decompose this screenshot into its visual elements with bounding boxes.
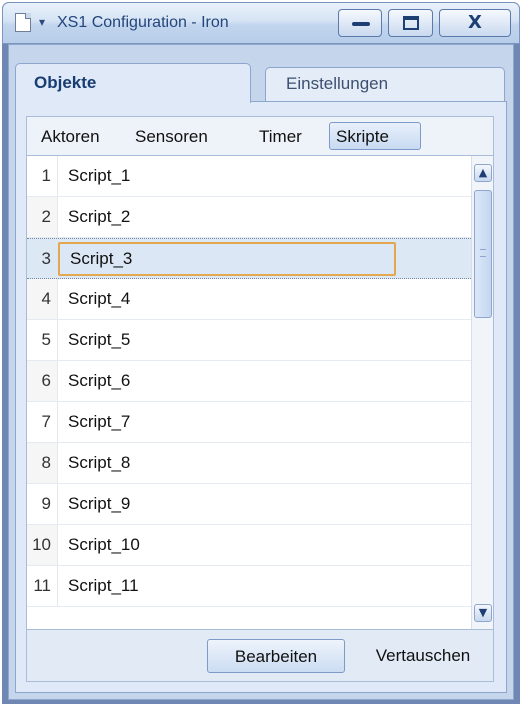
row-number: 9 bbox=[41, 494, 51, 513]
list-item[interactable]: 9 Script_9 bbox=[27, 484, 471, 525]
maximize-button[interactable] bbox=[388, 9, 433, 37]
grip-icon bbox=[480, 249, 486, 257]
minimize-icon bbox=[352, 22, 370, 26]
subtab-aktoren[interactable]: Aktoren bbox=[41, 122, 100, 150]
row-name[interactable]: Script_5 bbox=[57, 320, 471, 360]
list-item[interactable]: 1 Script_1 bbox=[27, 156, 471, 197]
row-number: 5 bbox=[41, 330, 51, 349]
maximize-icon bbox=[403, 16, 419, 30]
swap-button[interactable]: Vertauschen bbox=[351, 639, 495, 673]
row-number: 3 bbox=[41, 249, 51, 268]
close-icon: X bbox=[468, 12, 482, 33]
vertical-scrollbar[interactable]: ▲ ▼ bbox=[471, 156, 493, 629]
minimize-button[interactable] bbox=[338, 9, 382, 37]
row-name-editor[interactable]: Script_3 bbox=[58, 242, 396, 276]
row-number: 1 bbox=[41, 166, 51, 185]
document-icon[interactable] bbox=[15, 13, 31, 32]
list-item[interactable]: 8 Script_8 bbox=[27, 443, 471, 484]
scroll-down-button[interactable]: ▼ bbox=[474, 604, 492, 622]
chevron-down-icon: ▼ bbox=[478, 606, 488, 619]
row-name[interactable]: Script_1 bbox=[57, 156, 471, 196]
tab-objekte[interactable]: Objekte bbox=[15, 63, 251, 103]
client-area: Objekte Einstellungen Aktoren Sensoren T… bbox=[8, 44, 514, 700]
row-number: 10 bbox=[32, 535, 51, 554]
subtab-skripte[interactable]: Skripte bbox=[329, 122, 421, 150]
row-name[interactable]: Script_6 bbox=[57, 361, 471, 401]
edit-button[interactable]: Bearbeiten bbox=[207, 639, 345, 673]
list-item[interactable]: 2 Script_2 bbox=[27, 197, 471, 238]
list-item[interactable]: 10 Script_10 bbox=[27, 525, 471, 566]
app-window: ▾ XS1 Configuration - Iron X Objekte Ein… bbox=[2, 2, 520, 704]
row-number: 11 bbox=[33, 576, 51, 595]
window-title: XS1 Configuration - Iron bbox=[57, 14, 229, 31]
title-bar[interactable]: ▾ XS1 Configuration - Iron X bbox=[2, 2, 520, 44]
row-name[interactable]: Script_10 bbox=[57, 525, 471, 565]
scroll-up-button[interactable]: ▲ bbox=[474, 164, 492, 182]
row-name[interactable]: Script_2 bbox=[57, 197, 471, 237]
row-name[interactable]: Script_7 bbox=[57, 402, 471, 442]
row-number: 8 bbox=[41, 453, 51, 472]
tab-label: Einstellungen bbox=[286, 74, 389, 93]
chevron-up-icon: ▲ bbox=[478, 166, 488, 179]
row-name[interactable]: Script_9 bbox=[57, 484, 471, 524]
row-number: 7 bbox=[41, 412, 51, 431]
list-item[interactable]: 6 Script_6 bbox=[27, 361, 471, 402]
row-name[interactable]: Script_4 bbox=[57, 279, 471, 319]
scrollbar-thumb[interactable] bbox=[474, 190, 492, 318]
script-list: 1 Script_1 2 Script_2 3 Script_3 4 Scrip… bbox=[26, 156, 494, 630]
list-item-selected[interactable]: 3 Script_3 bbox=[27, 238, 471, 279]
list-item[interactable]: 11 Script_11 bbox=[27, 566, 471, 607]
list-item[interactable]: 5 Script_5 bbox=[27, 320, 471, 361]
list-item[interactable]: 7 Script_7 bbox=[27, 402, 471, 443]
tab-einstellungen[interactable]: Einstellungen bbox=[265, 67, 505, 101]
row-number: 6 bbox=[41, 371, 51, 390]
row-number: 4 bbox=[41, 289, 51, 308]
close-button[interactable]: X bbox=[439, 9, 511, 37]
subtab-bar: Aktoren Sensoren Timer Skripte bbox=[26, 116, 494, 156]
subtab-timer[interactable]: Timer bbox=[259, 122, 302, 150]
list-footer: Bearbeiten Vertauschen bbox=[26, 630, 494, 682]
system-menu-arrow-icon[interactable]: ▾ bbox=[39, 15, 45, 29]
subtab-sensoren[interactable]: Sensoren bbox=[135, 122, 208, 150]
tab-label: Objekte bbox=[34, 73, 97, 92]
row-name[interactable]: Script_8 bbox=[57, 443, 471, 483]
row-number: 2 bbox=[41, 207, 51, 226]
objects-panel: Aktoren Sensoren Timer Skripte 1 Script_… bbox=[15, 101, 507, 693]
list-item[interactable]: 4 Script_4 bbox=[27, 279, 471, 320]
row-name[interactable]: Script_11 bbox=[57, 566, 471, 606]
